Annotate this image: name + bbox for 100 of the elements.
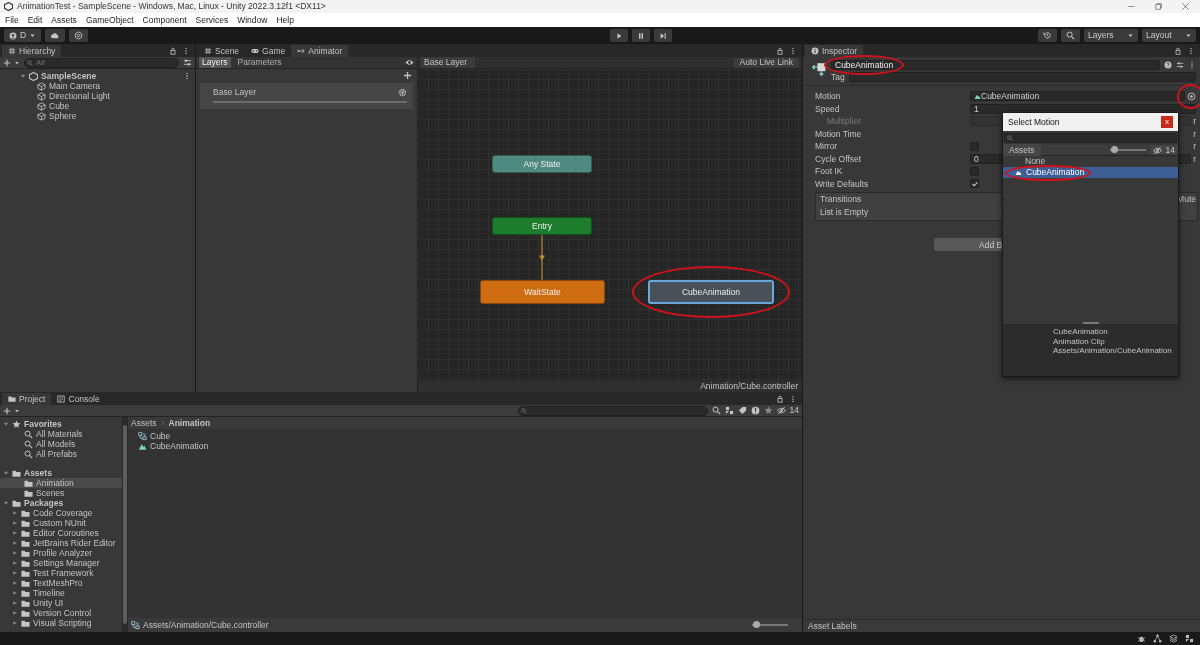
step-button[interactable] (654, 29, 673, 42)
tree-row[interactable]: Directional Light (0, 91, 195, 101)
layer-card[interactable]: Base Layer (200, 83, 413, 110)
tag-field[interactable] (848, 72, 1196, 83)
close-button[interactable]: x (1161, 116, 1173, 128)
asset-item[interactable]: Cube (138, 431, 792, 441)
layers-dropdown[interactable]: Layers (1084, 29, 1138, 42)
scrollbar[interactable] (122, 417, 128, 632)
plus-icon[interactable] (403, 71, 412, 80)
lock-icon[interactable] (776, 47, 784, 55)
tree-row[interactable]: All Materials (0, 429, 122, 439)
tree-row[interactable]: Timeline (0, 588, 122, 598)
panel-tab[interactable]: Project (2, 393, 52, 405)
search-button[interactable] (1061, 29, 1080, 42)
settings-icon[interactable] (398, 87, 407, 97)
tree-row[interactable]: Sphere (0, 111, 195, 121)
picker-tab[interactable]: Assets (1003, 144, 1041, 156)
warning-filter-icon[interactable] (750, 406, 760, 415)
sub-tab[interactable]: Layers (199, 57, 231, 68)
tree-row[interactable]: Test Framework (0, 568, 122, 578)
panel-tab[interactable]: Game (245, 45, 292, 57)
history-button[interactable] (1038, 29, 1057, 42)
breadcrumb-item[interactable]: Assets (131, 417, 157, 429)
search-field[interactable]: All (24, 57, 179, 68)
state-node[interactable]: Entry (492, 217, 592, 235)
checkbox[interactable] (970, 179, 979, 189)
checkbox[interactable] (970, 166, 979, 176)
more-icon[interactable] (1187, 47, 1195, 55)
live-link-button[interactable]: Auto Live Link (733, 57, 799, 68)
state-node[interactable]: Any State (492, 155, 592, 173)
tree-row[interactable]: Editor Coroutines (0, 528, 122, 538)
menu-item[interactable]: Window (237, 14, 268, 26)
hidden-packages-toggle[interactable]: 14 (776, 405, 799, 416)
breadcrumb-item[interactable]: Animation (168, 417, 211, 429)
tree-row[interactable]: TextMeshPro (0, 578, 122, 588)
menu-item[interactable]: Help (276, 14, 294, 26)
tree-row[interactable]: Packages (0, 498, 122, 508)
more-icon[interactable] (182, 47, 190, 55)
panel-tab[interactable]: Inspector (805, 45, 863, 57)
search-field[interactable] (1004, 133, 1177, 143)
services-button[interactable] (69, 29, 89, 42)
tree-row[interactable]: Visual Scripting (0, 618, 122, 628)
pause-button[interactable] (632, 29, 651, 42)
search-filter-icon[interactable] (711, 406, 721, 415)
maximize-icon[interactable] (1154, 2, 1163, 11)
help-icon[interactable] (1164, 61, 1172, 69)
object-picker-icon[interactable] (1187, 91, 1196, 101)
sub-tab[interactable]: Parameters (234, 57, 285, 68)
lock-icon[interactable] (1174, 47, 1182, 55)
tree-row[interactable]: JetBrains Rider Editor (0, 538, 122, 548)
type-filter-icon[interactable] (724, 406, 734, 415)
menu-item[interactable]: Services (195, 14, 229, 26)
more-icon[interactable] (1188, 61, 1196, 69)
tree-row[interactable]: All Prefabs (0, 449, 122, 459)
search-field[interactable] (517, 405, 708, 416)
panel-tab[interactable]: Console (51, 393, 106, 405)
more-icon[interactable] (789, 395, 797, 403)
slider-thumb[interactable] (752, 621, 760, 628)
tree-row[interactable]: Version Control (0, 608, 122, 618)
presets-icon[interactable] (1176, 61, 1184, 69)
tree-row[interactable]: Main Camera (0, 81, 195, 91)
play-button[interactable] (610, 29, 629, 42)
state-node[interactable]: CubeAnimation (648, 280, 774, 304)
menu-item[interactable]: GameObject (85, 14, 134, 26)
picker-item[interactable]: None (1003, 156, 1178, 167)
more-icon[interactable] (183, 72, 191, 80)
visibility-icon[interactable] (405, 58, 414, 67)
account-dropdown[interactable]: D (4, 29, 42, 42)
object-field[interactable]: CubeAnimation (970, 91, 1185, 102)
tree-row[interactable]: SampleScene (0, 71, 195, 81)
tree-row[interactable]: Assets (0, 468, 122, 478)
panel-tab[interactable]: Scene (198, 45, 246, 57)
menu-item[interactable]: Component (142, 14, 187, 26)
panel-tab[interactable]: Hierarchy (2, 45, 62, 57)
name-field[interactable]: CubeAnimation (831, 60, 1160, 70)
menu-item[interactable]: Edit (27, 14, 43, 26)
cloud-button[interactable] (45, 29, 66, 42)
tree-row[interactable]: Cube (0, 101, 195, 111)
menu-item[interactable]: File (5, 14, 19, 26)
lock-icon[interactable] (169, 47, 177, 55)
panel-tab[interactable]: Animator (291, 45, 349, 57)
picker-item[interactable]: CubeAnimation (1003, 167, 1178, 178)
tree-row[interactable]: Settings Manager (0, 558, 122, 568)
tree-row[interactable]: Favorites (0, 419, 122, 429)
network-icon[interactable] (1153, 634, 1162, 643)
breadcrumb-item[interactable]: Base Layer (421, 57, 475, 68)
stack-icon[interactable] (1169, 634, 1178, 643)
checkbox[interactable] (970, 141, 979, 151)
bug-icon[interactable] (1137, 634, 1146, 643)
favorite-icon[interactable] (763, 406, 773, 415)
transition-arrow[interactable] (538, 235, 546, 280)
slider-thumb[interactable] (1110, 146, 1118, 153)
tree-row[interactable]: Unity UI (0, 598, 122, 608)
tree-row[interactable]: Code Coverage (0, 508, 122, 518)
tree-row[interactable]: Custom NUnit (0, 518, 122, 528)
tree-row[interactable]: Scenes (0, 488, 122, 498)
asset-item[interactable]: CubeAnimation (138, 441, 792, 451)
menu-item[interactable]: Assets (51, 14, 77, 26)
lock-icon[interactable] (776, 395, 784, 403)
tree-row[interactable]: Animation (0, 478, 122, 488)
